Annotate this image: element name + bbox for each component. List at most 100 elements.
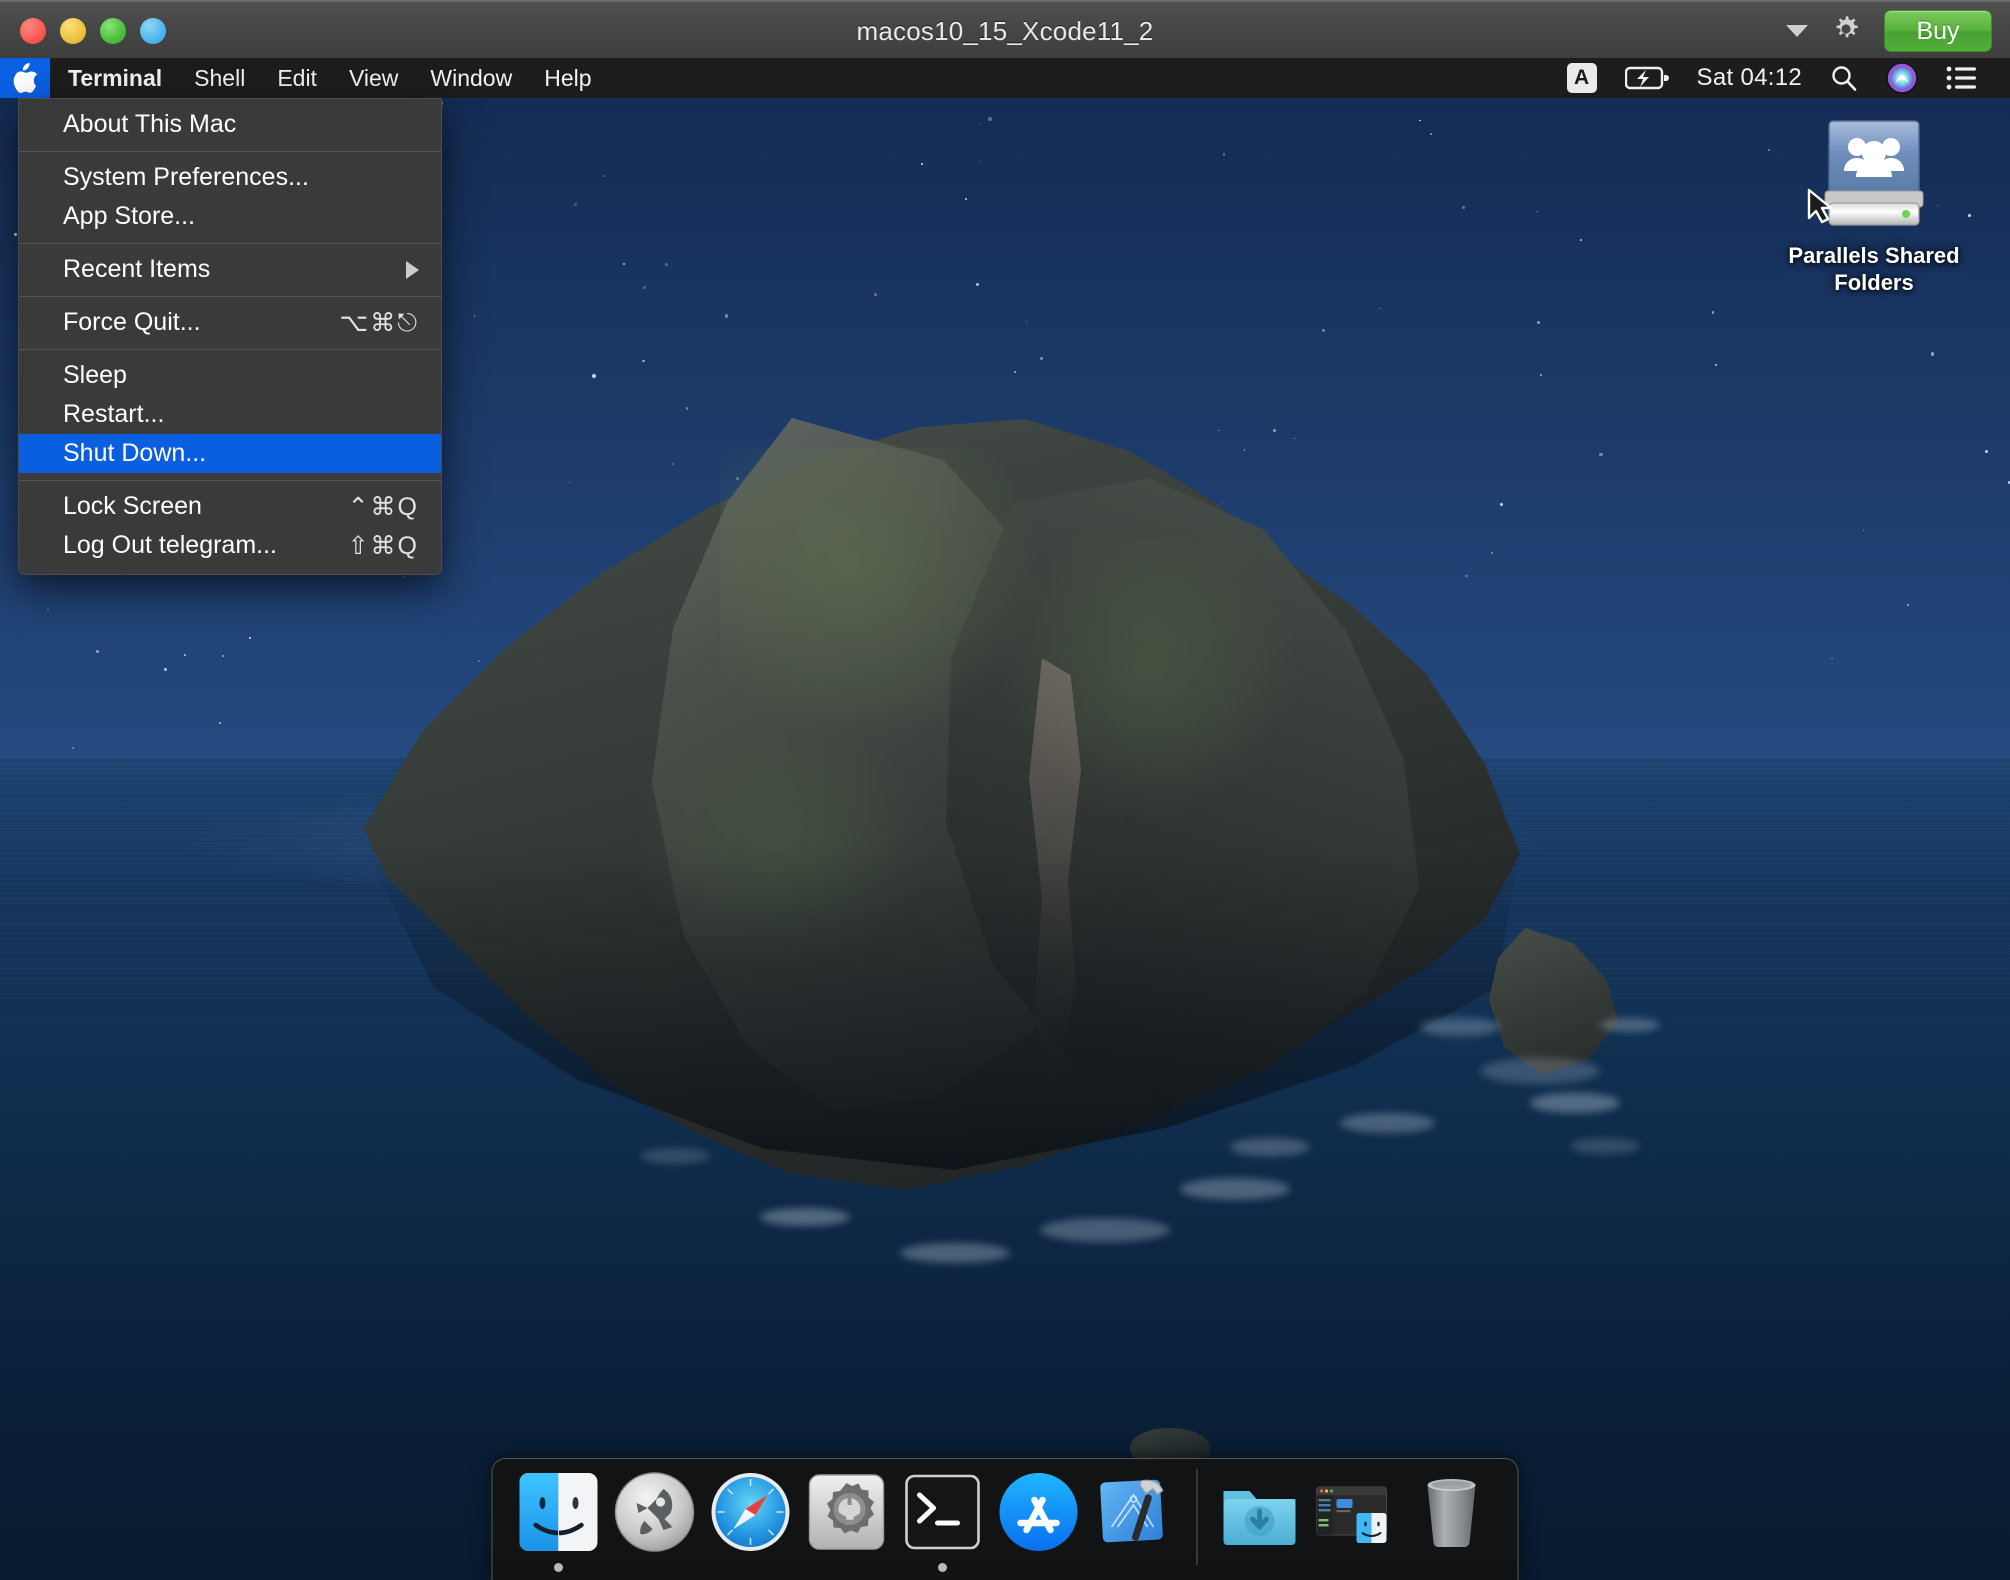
star bbox=[623, 262, 626, 265]
apple-menu-item-sleep[interactable]: Sleep bbox=[19, 356, 441, 395]
close-button[interactable] bbox=[20, 18, 46, 44]
minimize-button[interactable] bbox=[60, 18, 86, 44]
control-center-button[interactable] bbox=[1932, 58, 1992, 98]
star bbox=[1462, 206, 1466, 210]
star bbox=[1984, 450, 1988, 454]
apple-menu-item-shut-down[interactable]: Shut Down... bbox=[19, 434, 441, 473]
menu-bar-item-window[interactable]: Window bbox=[414, 58, 528, 98]
apple-dropdown-menu[interactable]: About This Mac System Preferences... App S… bbox=[18, 98, 442, 575]
star bbox=[46, 609, 49, 611]
dock bbox=[491, 1458, 1519, 1580]
menu-bar-item-help[interactable]: Help bbox=[528, 58, 607, 98]
star bbox=[664, 262, 669, 267]
apple-menu-item-app-store[interactable]: App Store... bbox=[19, 197, 441, 236]
parallels-vm-window: macos10_15_Xcode11_2 Buy Parallels Share… bbox=[0, 0, 2010, 1580]
buy-button[interactable]: Buy bbox=[1884, 10, 1992, 52]
spotlight-button[interactable] bbox=[1816, 58, 1872, 98]
desktop-icon-label: Parallels Shared Folders bbox=[1788, 243, 1959, 297]
xcode-icon bbox=[1092, 1469, 1178, 1555]
star bbox=[964, 198, 967, 201]
apple-menu-separator bbox=[19, 151, 441, 152]
apple-menu-item-label: System Preferences... bbox=[63, 163, 309, 191]
dock-item-trash[interactable] bbox=[1404, 1469, 1500, 1577]
system-preferences-icon bbox=[804, 1469, 890, 1555]
dock-item-minimized-finder-window[interactable] bbox=[1308, 1469, 1404, 1577]
star bbox=[988, 117, 993, 121]
siri-icon bbox=[1886, 62, 1918, 94]
star bbox=[979, 160, 982, 162]
apple-menu-item-shortcut: ⌃⌘Q bbox=[347, 492, 419, 521]
dock-item-xcode[interactable] bbox=[1087, 1469, 1183, 1577]
star bbox=[874, 293, 877, 297]
vm-title-text: macos10_15_Xcode11_2 bbox=[856, 16, 1154, 46]
surf-foam bbox=[1230, 1138, 1310, 1156]
siri-button[interactable] bbox=[1872, 58, 1932, 98]
surf-foam bbox=[1530, 1093, 1620, 1113]
gear-icon[interactable] bbox=[1830, 13, 1862, 50]
star bbox=[1767, 148, 1771, 152]
dock-item-downloads-folder[interactable] bbox=[1212, 1469, 1308, 1577]
alias-arrow-icon bbox=[1803, 186, 1839, 229]
coherence-button[interactable] bbox=[140, 18, 166, 44]
chevron-down-icon[interactable] bbox=[1786, 25, 1808, 37]
apple-menu-item-shortcut: ⌥⌘⎋ bbox=[339, 308, 419, 337]
downloads-folder-icon bbox=[1217, 1469, 1303, 1555]
apple-menu-item-force-quit[interactable]: Force Quit... ⌥⌘⎋ bbox=[19, 303, 441, 342]
star bbox=[13, 233, 17, 236]
star bbox=[574, 202, 578, 206]
desktop-icon-parallels-shared-folders[interactable]: Parallels Shared Folders bbox=[1774, 113, 1974, 297]
menu-bar-item-shell[interactable]: Shell bbox=[178, 58, 261, 98]
apple-menu-item-label: Lock Screen bbox=[63, 492, 202, 520]
menu-bar-item-view[interactable]: View bbox=[333, 58, 414, 98]
star bbox=[979, 122, 982, 125]
apple-menu-separator bbox=[19, 349, 441, 350]
star bbox=[1535, 210, 1538, 213]
apple-menu-item-label: Log Out telegram... bbox=[63, 531, 278, 559]
menu-bar-item-terminal[interactable]: Terminal bbox=[50, 58, 178, 98]
desktop-icon-label-line2: Folders bbox=[1834, 269, 1914, 295]
menu-bar-item-edit[interactable]: Edit bbox=[261, 58, 333, 98]
menu-bar-clock[interactable]: Sat 04:12 bbox=[1683, 58, 1816, 98]
apple-menu-item-shortcut: ⇧⌘Q bbox=[347, 531, 419, 560]
apple-menu-item-log-out-telegram[interactable]: Log Out telegram... ⇧⌘Q bbox=[19, 526, 441, 565]
dock-item-safari[interactable] bbox=[703, 1469, 799, 1577]
apple-menu-item-system-preferences[interactable]: System Preferences... bbox=[19, 158, 441, 197]
input-source-badge: A bbox=[1566, 63, 1597, 93]
apple-menu-item-restart[interactable]: Restart... bbox=[19, 395, 441, 434]
vm-toolbar-right: Buy bbox=[1786, 2, 1992, 60]
apple-menu-item-lock-screen[interactable]: Lock Screen ⌃⌘Q bbox=[19, 487, 441, 526]
input-source-status[interactable]: A bbox=[1553, 58, 1611, 98]
surf-foam bbox=[760, 1208, 850, 1226]
dock-item-launchpad[interactable] bbox=[607, 1469, 703, 1577]
dock-item-app-store[interactable] bbox=[991, 1469, 1087, 1577]
menu-bar-left: Terminal Shell Edit View Window Help bbox=[0, 58, 608, 98]
dock-item-system-preferences[interactable] bbox=[799, 1469, 895, 1577]
dock-item-terminal[interactable] bbox=[895, 1469, 991, 1577]
apple-menu-button[interactable] bbox=[0, 58, 50, 98]
star bbox=[1430, 133, 1432, 135]
safari-icon bbox=[708, 1469, 794, 1555]
launchpad-icon bbox=[612, 1469, 698, 1555]
surf-foam bbox=[1040, 1218, 1170, 1242]
wallpaper-island bbox=[300, 328, 1618, 1470]
apple-menu-item-about-this-mac[interactable]: About This Mac bbox=[19, 105, 441, 144]
island-shadow bbox=[363, 848, 1520, 1170]
trash-icon bbox=[1409, 1469, 1495, 1555]
apple-menu-item-recent-items[interactable]: Recent Items bbox=[19, 250, 441, 289]
guest-screen: Parallels Shared Folders Terminal Shell … bbox=[0, 58, 2010, 1580]
star bbox=[1222, 153, 1226, 156]
control-center-icon bbox=[1946, 66, 1976, 90]
star bbox=[921, 163, 923, 165]
dock-running-indicator bbox=[938, 1563, 947, 1572]
surf-foam bbox=[640, 1148, 710, 1164]
star bbox=[248, 636, 251, 639]
surf-foam bbox=[1480, 1058, 1600, 1084]
surf-foam bbox=[1570, 1138, 1640, 1154]
fullscreen-button[interactable] bbox=[100, 18, 126, 44]
battery-status[interactable] bbox=[1611, 58, 1683, 98]
dock-item-finder[interactable] bbox=[511, 1469, 607, 1577]
battery-charging-icon bbox=[1624, 66, 1669, 90]
apple-logo-icon bbox=[13, 62, 38, 93]
macos-menu-bar: Terminal Shell Edit View Window Help A S… bbox=[0, 58, 2010, 98]
apple-menu-item-label: Recent Items bbox=[63, 255, 211, 283]
